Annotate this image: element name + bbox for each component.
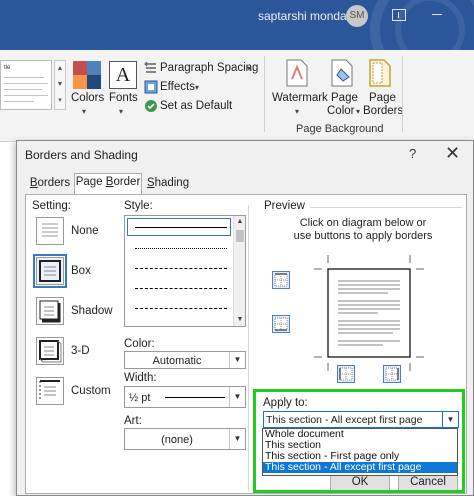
ribbon-design: tle ▲ ▼ ▾ Colors ▾ A Fonts ▾ Paragraph S… — [0, 50, 474, 142]
fonts-button[interactable]: Fonts — [109, 92, 138, 104]
thumbnail-line — [4, 77, 44, 78]
tab-borders[interactable]: Borders — [29, 175, 71, 195]
avatar[interactable]: SM — [346, 5, 368, 27]
dialog-title: Borders and Shading — [25, 148, 138, 162]
thumbnail-line — [4, 95, 48, 96]
preview-divider — [310, 207, 462, 208]
setting-custom-icon[interactable] — [36, 377, 64, 405]
watermark-button[interactable]: Watermark — [272, 92, 328, 104]
setting-none-icon[interactable] — [36, 217, 64, 245]
chevron-down-icon[interactable]: ▼ — [229, 429, 245, 449]
page-color-label-line2: Color — [327, 105, 355, 117]
preview-instruction-line1: Click on diagram below or — [299, 217, 427, 229]
theme-color-swatch — [73, 75, 87, 89]
style-scrollbar[interactable]: ▲ ▼ — [233, 216, 245, 326]
color-dropdown[interactable]: Automatic ▼ — [124, 351, 246, 369]
width-label: Width: — [124, 372, 157, 384]
style-option-dash-dot[interactable] — [135, 308, 227, 309]
group-separator — [402, 56, 403, 132]
setting-3d-icon[interactable] — [36, 337, 64, 365]
minimize-icon[interactable] — [432, 14, 442, 15]
watermark-icon[interactable] — [286, 59, 308, 87]
scroll-down-icon[interactable]: ▼ — [234, 314, 245, 326]
theme-color-swatch — [73, 61, 87, 75]
gallery-up-icon[interactable]: ▲ — [55, 61, 65, 77]
chevron-down-icon[interactable]: ▼ — [229, 352, 245, 368]
paragraph-spacing-button[interactable]: Paragraph Spacing — [160, 62, 258, 74]
background-decoration-inner — [395, 0, 465, 50]
top-border-button[interactable] — [272, 271, 290, 289]
width-dropdown[interactable]: ½ pt ▼ — [124, 386, 246, 408]
bottom-border-button[interactable] — [272, 315, 290, 333]
width-sample-line — [165, 397, 225, 398]
color-value: Automatic — [152, 355, 202, 367]
setting-shadow-icon[interactable] — [36, 297, 64, 325]
theme-color-swatch — [87, 75, 101, 89]
fonts-icon[interactable]: A — [109, 61, 137, 89]
help-button[interactable]: ? — [409, 146, 416, 161]
page-borders-button[interactable]: Page — [369, 92, 396, 104]
ribbon-display-options-icon[interactable] — [392, 9, 406, 21]
scroll-up-icon[interactable]: ▲ — [234, 216, 245, 228]
annotation-highlight-box — [253, 389, 465, 493]
column-divider — [248, 205, 249, 491]
group-separator — [264, 56, 265, 132]
colors-icon[interactable] — [73, 61, 101, 89]
color-label: Color: — [124, 338, 155, 350]
page-background-group-label: Page Background — [296, 123, 384, 135]
page-color-button[interactable]: Page — [331, 92, 358, 104]
gallery-more-icon[interactable]: ▾ — [55, 93, 65, 109]
title-bar: saptarshi mondal SM — [0, 0, 474, 50]
document-format-thumbnail[interactable]: tle — [0, 60, 52, 110]
colors-dropdown-icon[interactable]: ▾ — [82, 107, 86, 116]
set-as-default-button[interactable]: Set as Default — [160, 100, 232, 112]
fonts-dropdown-icon[interactable]: ▾ — [119, 107, 123, 116]
setting-none-label[interactable]: None — [71, 225, 99, 237]
style-label: Style: — [124, 200, 153, 212]
setting-shadow-label[interactable]: Shadow — [71, 305, 113, 317]
art-label: Art: — [124, 415, 142, 427]
effects-dropdown-icon[interactable]: ▾ — [195, 83, 199, 92]
art-dropdown[interactable]: (none) ▼ — [124, 428, 246, 450]
effects-button[interactable]: Effects — [160, 81, 195, 93]
chevron-down-icon[interactable]: ▼ — [229, 387, 245, 407]
watermark-dropdown-icon[interactable]: ▾ — [295, 107, 299, 116]
width-value: ½ pt — [129, 392, 151, 404]
page-color-dropdown-icon[interactable]: ▾ — [356, 107, 360, 116]
setting-custom-label[interactable]: Custom — [71, 385, 111, 397]
style-option-dashed-small[interactable] — [135, 268, 227, 269]
setting-label: Setting: — [32, 200, 71, 212]
page-color-icon[interactable] — [331, 59, 357, 87]
art-value: (none) — [161, 434, 193, 446]
tab-page-border[interactable]: Page Border — [74, 173, 142, 195]
gallery-scroll-buttons[interactable]: ▲ ▼ ▾ — [54, 60, 66, 110]
paragraph-spacing-dropdown-icon[interactable]: ▾ — [247, 64, 251, 73]
setting-box-label[interactable]: Box — [71, 265, 91, 277]
colors-button[interactable]: Colors — [71, 92, 104, 104]
account-name[interactable]: saptarshi mondal — [258, 9, 349, 23]
page-borders-label-line2: Borders — [363, 105, 404, 117]
page-borders-icon[interactable] — [369, 59, 391, 87]
close-icon[interactable]: ✕ — [445, 143, 460, 164]
scroll-thumb[interactable] — [236, 230, 244, 242]
setting-3d-label[interactable]: 3-D — [71, 345, 90, 357]
paragraph-spacing-icon[interactable] — [144, 61, 158, 75]
checkmark-icon[interactable] — [144, 99, 158, 113]
theme-color-swatch — [87, 61, 101, 75]
gallery-down-icon[interactable]: ▼ — [55, 77, 65, 93]
preview-label: Preview — [264, 200, 305, 212]
style-list[interactable]: ▲ ▼ — [124, 215, 246, 327]
preview-instruction-line2: use buttons to apply borders — [293, 230, 433, 242]
thumbnail-text: tle — [4, 65, 11, 71]
effects-icon[interactable] — [144, 80, 158, 94]
preview-diagram[interactable] — [314, 255, 424, 371]
style-option-solid[interactable] — [135, 227, 227, 228]
thumbnail-line — [4, 83, 48, 84]
style-option-dashed[interactable] — [135, 288, 227, 289]
thumbnail-line — [4, 89, 42, 90]
setting-box-icon[interactable] — [33, 254, 67, 288]
style-option-dotted[interactable] — [135, 248, 227, 249]
thumbnail-line — [4, 101, 34, 102]
tab-shading[interactable]: Shading — [143, 175, 193, 195]
